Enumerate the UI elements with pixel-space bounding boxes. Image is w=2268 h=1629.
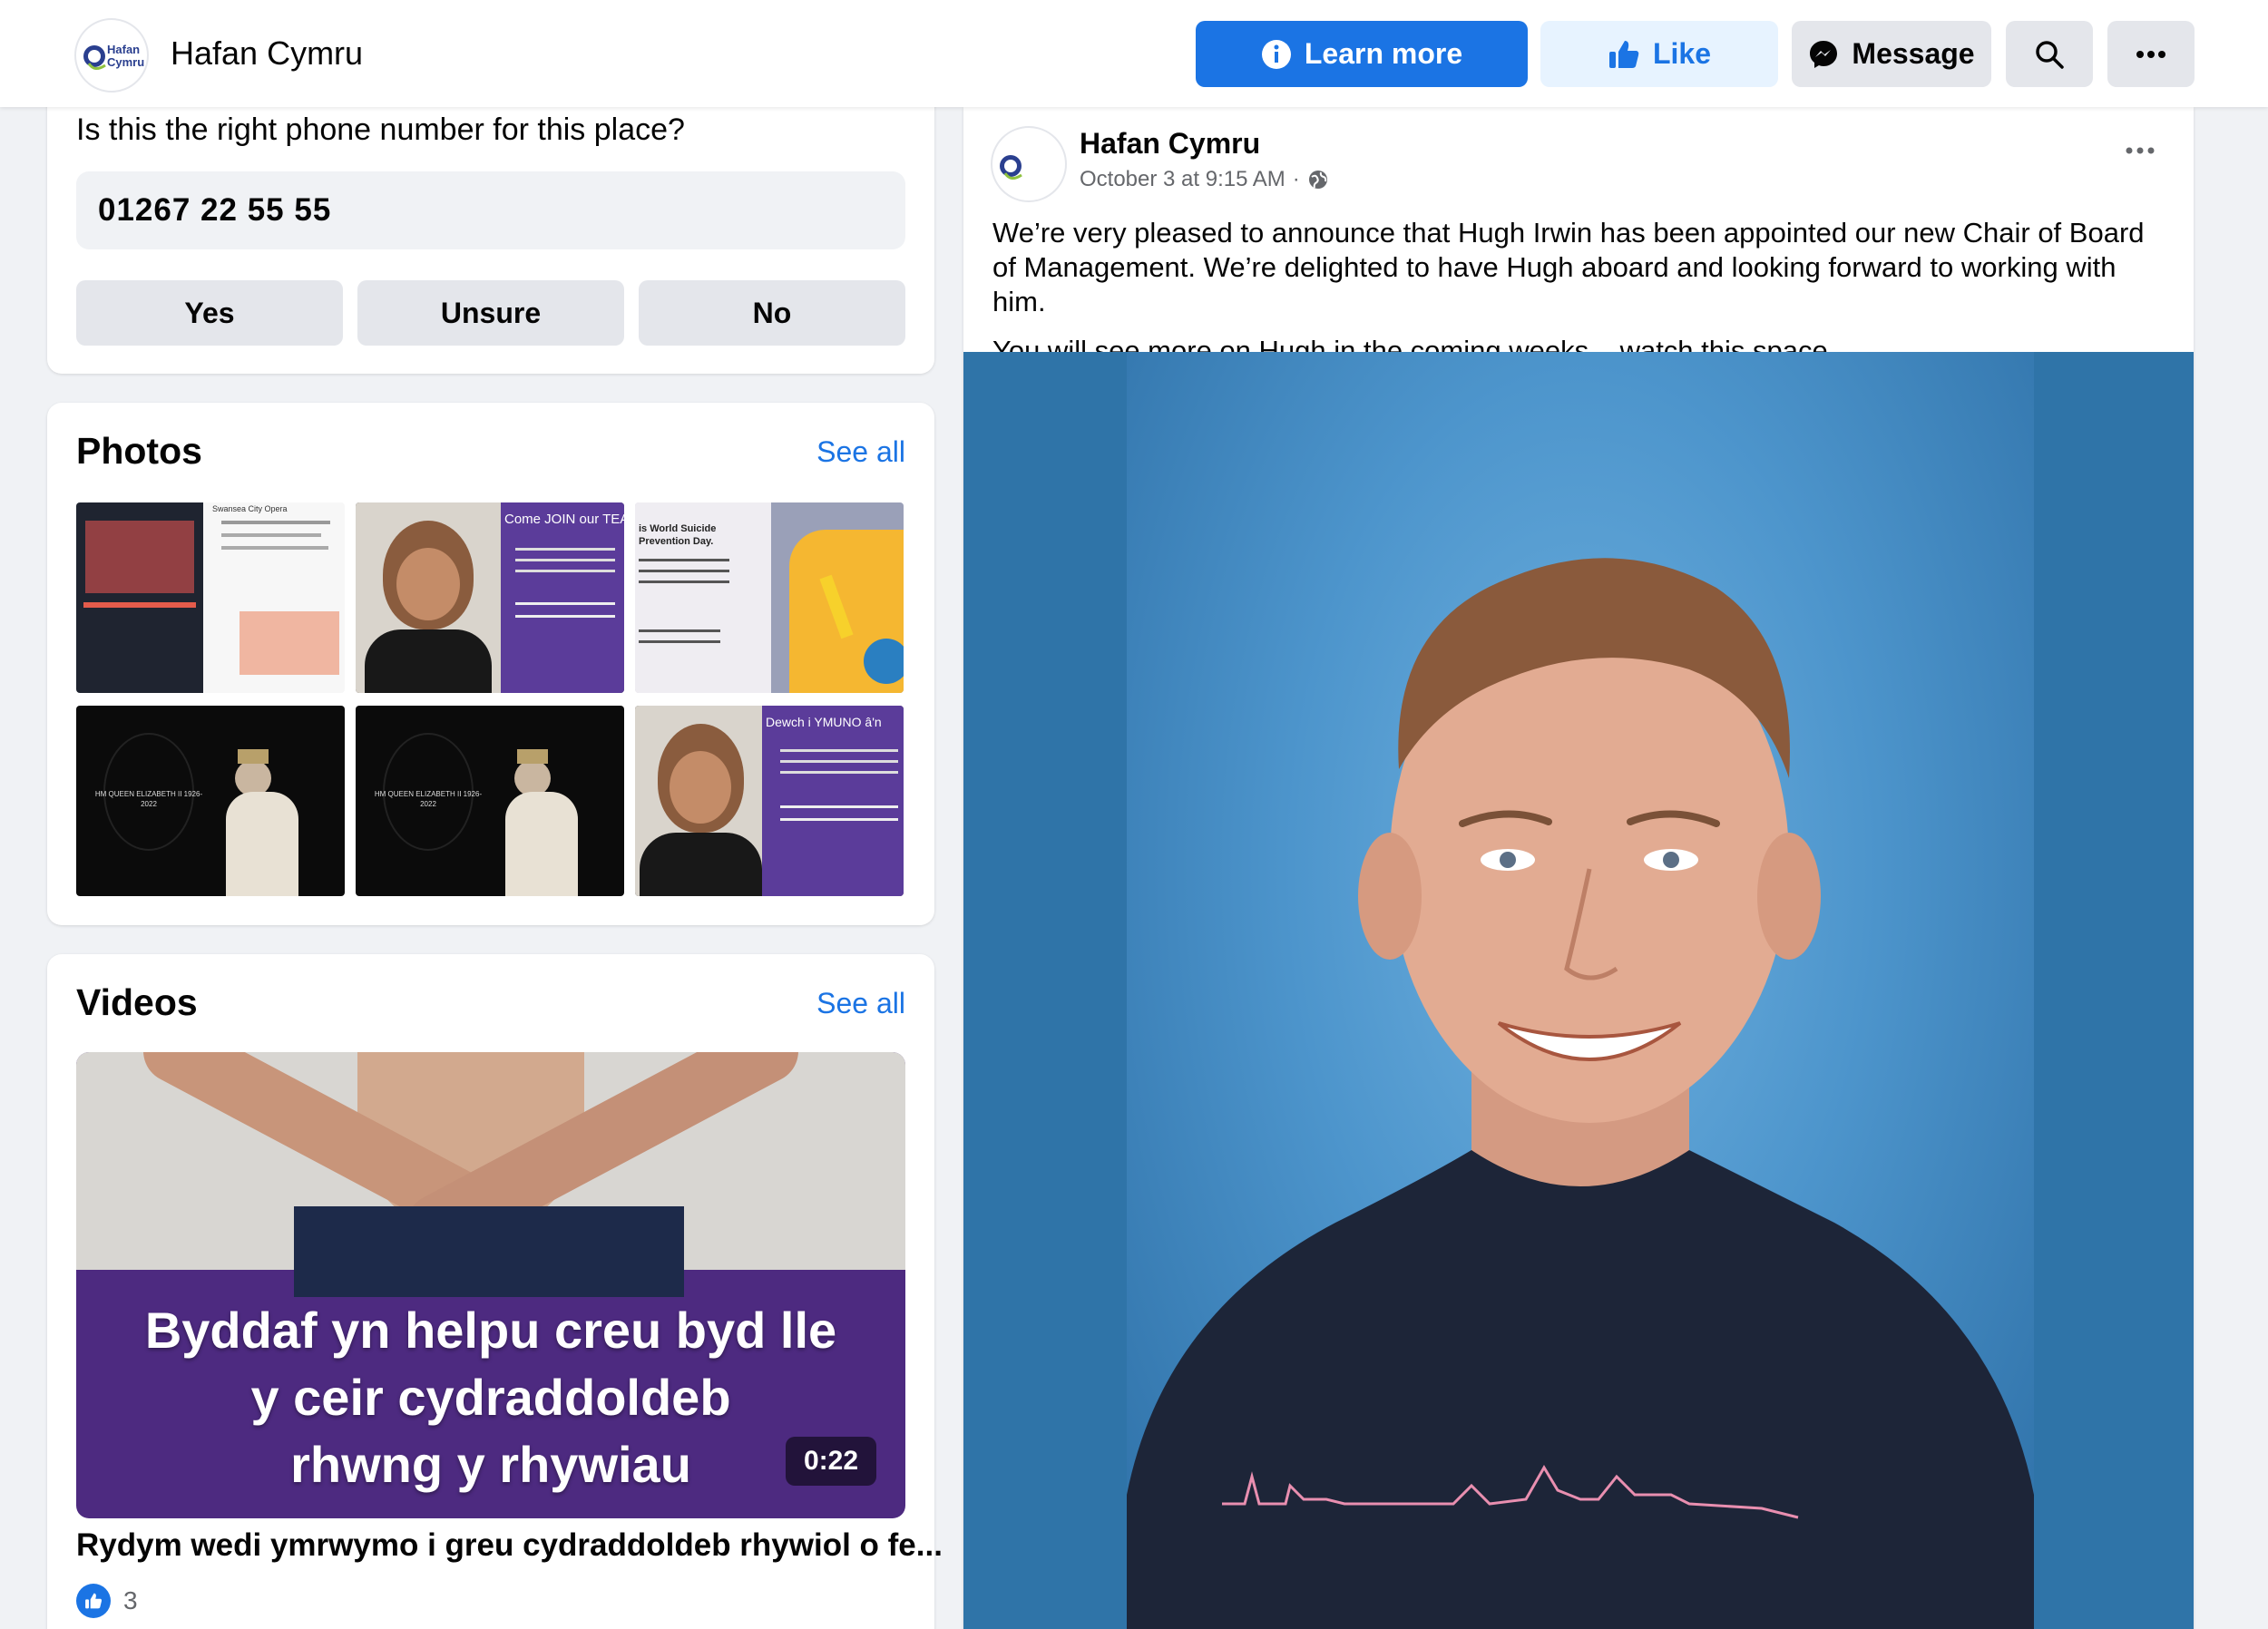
videos-see-all-link[interactable]: See all xyxy=(816,987,905,1020)
like-reaction-icon xyxy=(76,1584,111,1618)
search-icon xyxy=(2036,40,2064,69)
like-label: Like xyxy=(1652,37,1712,70)
photos-title: Photos xyxy=(76,430,202,472)
info-icon xyxy=(1261,39,1291,69)
thumbs-up-icon xyxy=(1608,40,1639,68)
post-timestamp[interactable]: October 3 at 9:15 AM xyxy=(1080,167,1286,192)
photos-card: Photos See all Swansea City Opera Come J… xyxy=(47,403,934,925)
photo-caption: HM QUEEN ELIZABETH II 1926-2022 xyxy=(94,790,203,808)
globe-icon xyxy=(1308,171,1327,189)
post-meta: October 3 at 9:15 AM · xyxy=(1080,167,1329,192)
post-paragraph: We’re very pleased to announce that Hugh… xyxy=(992,217,2145,317)
like-page-button[interactable]: Like xyxy=(1540,21,1778,87)
learn-more-label: Learn more xyxy=(1304,37,1463,70)
photo-thumbnail[interactable]: HM QUEEN ELIZABETH II 1926-2022 xyxy=(356,706,624,896)
video-caption-line: y ceir cydraddoldeb xyxy=(250,1369,731,1426)
post-author[interactable]: Hafan Cymru xyxy=(1080,127,1260,161)
photo-caption: Come JOIN our TEAM xyxy=(504,512,624,527)
video-reactions[interactable]: 3 xyxy=(76,1584,138,1618)
post-options-button[interactable] xyxy=(2125,143,2156,160)
portrait-illustration xyxy=(1127,558,2034,1629)
photo-thumbnail[interactable]: Swansea City Opera xyxy=(76,502,345,693)
photo-caption: is World Suicide Prevention Day. xyxy=(639,523,717,547)
phone-question: Is this the right phone number for this … xyxy=(76,112,685,147)
photo-caption: Swansea City Opera xyxy=(212,504,288,513)
photo-thumbnail[interactable]: Come JOIN our TEAM xyxy=(356,502,624,693)
photo-caption: HM QUEEN ELIZABETH II 1926-2022 xyxy=(374,790,483,808)
message-label: Message xyxy=(1852,37,1975,70)
page-header: Hafan Cymru Hafan Cymru Learn more Like … xyxy=(0,0,2268,107)
video-caption-line: rhwng y rhywiau xyxy=(290,1436,691,1493)
phone-confirmation-card: Is this the right phone number for this … xyxy=(47,87,934,374)
logo-text: Hafan Cymru xyxy=(107,44,145,69)
learn-more-button[interactable]: Learn more xyxy=(1196,21,1528,87)
photo-thumbnail[interactable]: Dewch i YMUNO â'n xyxy=(635,706,904,896)
video-caption-line: Byddaf yn helpu creu byd lle xyxy=(144,1302,837,1359)
more-horizontal-icon xyxy=(2136,50,2165,58)
video-duration: 0:22 xyxy=(785,1437,876,1486)
post-author-avatar[interactable] xyxy=(991,126,1067,202)
photo-caption: Dewch i YMUNO â'n xyxy=(766,715,882,729)
page-title[interactable]: Hafan Cymru xyxy=(171,34,363,73)
meta-separator: · xyxy=(1292,167,1300,191)
post-image[interactable] xyxy=(963,352,2194,1629)
messenger-icon xyxy=(1810,40,1838,68)
search-button[interactable] xyxy=(2006,21,2093,87)
more-options-button[interactable] xyxy=(2107,21,2195,87)
answer-unsure-button[interactable]: Unsure xyxy=(357,280,624,346)
phone-number-field: 01267 22 55 55 xyxy=(76,171,905,249)
photo-thumbnail[interactable]: HM QUEEN ELIZABETH II 1926-2022 xyxy=(76,706,345,896)
phone-number: 01267 22 55 55 xyxy=(98,192,332,228)
reaction-count: 3 xyxy=(123,1586,138,1614)
photo-thumbnail[interactable]: is World Suicide Prevention Day. xyxy=(635,502,904,693)
videos-card: Videos See all Byddaf yn helpu creu byd … xyxy=(47,954,943,1629)
video-title[interactable]: Rydym wedi ymrwymo i greu cydraddoldeb r… xyxy=(76,1527,943,1564)
photos-see-all-link[interactable]: See all xyxy=(816,435,905,469)
message-button[interactable]: Message xyxy=(1792,21,1991,87)
videos-title: Videos xyxy=(76,981,198,1023)
video-caption: Byddaf yn helpu creu byd lle y ceir cydr… xyxy=(76,1297,905,1498)
answer-yes-button[interactable]: Yes xyxy=(76,280,343,346)
more-horizontal-icon xyxy=(2126,147,2155,154)
page-logo[interactable]: Hafan Cymru xyxy=(74,18,149,93)
feed-post: Hafan Cymru October 3 at 9:15 AM · We’re… xyxy=(963,107,2194,1629)
answer-no-button[interactable]: No xyxy=(639,280,905,346)
video-thumbnail[interactable]: Byddaf yn helpu creu byd lle y ceir cydr… xyxy=(76,1052,905,1518)
